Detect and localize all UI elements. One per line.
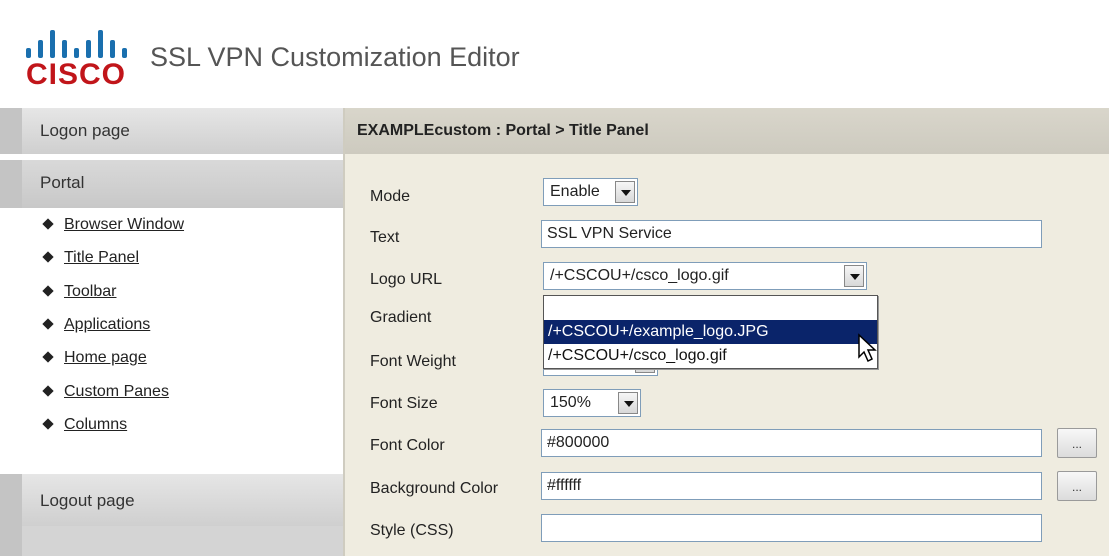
font-size-select-value: 150% (550, 394, 591, 411)
sidebar-section-logout[interactable]: Logout page (0, 474, 343, 526)
sidebar-section-label: Logon page (40, 121, 130, 140)
dropdown-option-blank[interactable] (544, 296, 877, 320)
font-color-picker-button[interactable]: ... (1057, 428, 1097, 458)
mode-label: Mode (370, 188, 411, 205)
cisco-bars-icon (24, 28, 134, 58)
chevron-down-icon[interactable] (618, 392, 638, 414)
sidebar-item-label: Home page (64, 349, 147, 366)
sidebar-item-label: Columns (64, 416, 128, 433)
cisco-logo: CISCO (24, 28, 134, 94)
sidebar-item-label: Title Panel (64, 249, 139, 266)
chevron-down-icon[interactable] (615, 181, 635, 203)
app-header: CISCO SSL VPN Customization Editor (0, 0, 1109, 100)
main-header: EXAMPLEcustom : Portal > Title Panel (345, 108, 1109, 154)
font-color-input[interactable]: #800000 (541, 429, 1042, 457)
bullet-icon (42, 318, 54, 330)
bullet-icon (42, 285, 54, 297)
chevron-down-icon[interactable] (844, 265, 864, 287)
sidebar-item-label: Applications (64, 316, 151, 333)
style-css-input[interactable] (541, 514, 1042, 542)
dropdown-option[interactable]: /+CSCOU+/csco_logo.gif (544, 344, 877, 368)
font-size-label: Font Size (370, 395, 438, 412)
bullet-icon (42, 418, 54, 430)
breadcrumb: EXAMPLEcustom : Portal > Title Panel (357, 122, 649, 139)
font-color-label: Font Color (370, 437, 445, 454)
sidebar-item-label: Toolbar (64, 283, 117, 300)
text-input[interactable]: SSL VPN Service (541, 220, 1042, 248)
sidebar-item-label: Custom Panes (64, 383, 169, 400)
bullet-icon (42, 385, 54, 397)
style-css-label: Style (CSS) (370, 522, 454, 539)
bullet-icon (42, 351, 54, 363)
sidebar-section-label: Portal (40, 173, 85, 192)
dropdown-option[interactable]: /+CSCOU+/example_logo.JPG (544, 320, 877, 344)
mouse-cursor-icon (858, 333, 877, 363)
font-size-select[interactable]: 150% (543, 389, 641, 417)
mode-select[interactable]: Enable (543, 178, 638, 206)
sidebar-section-label: Logout page (40, 491, 135, 510)
sidebar-section-portal[interactable]: Portal (0, 160, 343, 208)
background-color-picker-button[interactable]: ... (1057, 471, 1097, 501)
main-panel: EXAMPLEcustom : Portal > Title Panel Mod… (343, 108, 1109, 556)
background-color-label: Background Color (370, 480, 499, 497)
text-label: Text (370, 229, 400, 246)
sidebar-item-label: Browser Window (64, 216, 185, 233)
gradient-label: Gradient (370, 309, 432, 326)
mode-select-value: Enable (550, 183, 600, 200)
logo-url-dropdown: /+CSCOU+/example_logo.JPG /+CSCOU+/csco_… (543, 295, 878, 369)
sidebar-section-logon[interactable]: Logon page (0, 108, 343, 154)
logo-wordmark: CISCO (26, 58, 127, 91)
logo-url-select-value: /+CSCOU+/csco_logo.gif (550, 267, 729, 284)
logo-url-label: Logo URL (370, 271, 443, 288)
bullet-icon (42, 218, 54, 230)
sidebar: Logon page Portal Browser Window Title P… (0, 108, 343, 556)
sidebar-footer (0, 526, 343, 556)
font-weight-label: Font Weight (370, 353, 456, 370)
background-color-input[interactable]: #ffffff (541, 472, 1042, 500)
bullet-icon (42, 251, 54, 263)
app-title: SSL VPN Customization Editor (150, 42, 520, 72)
logo-url-select[interactable]: /+CSCOU+/csco_logo.gif (543, 262, 867, 290)
